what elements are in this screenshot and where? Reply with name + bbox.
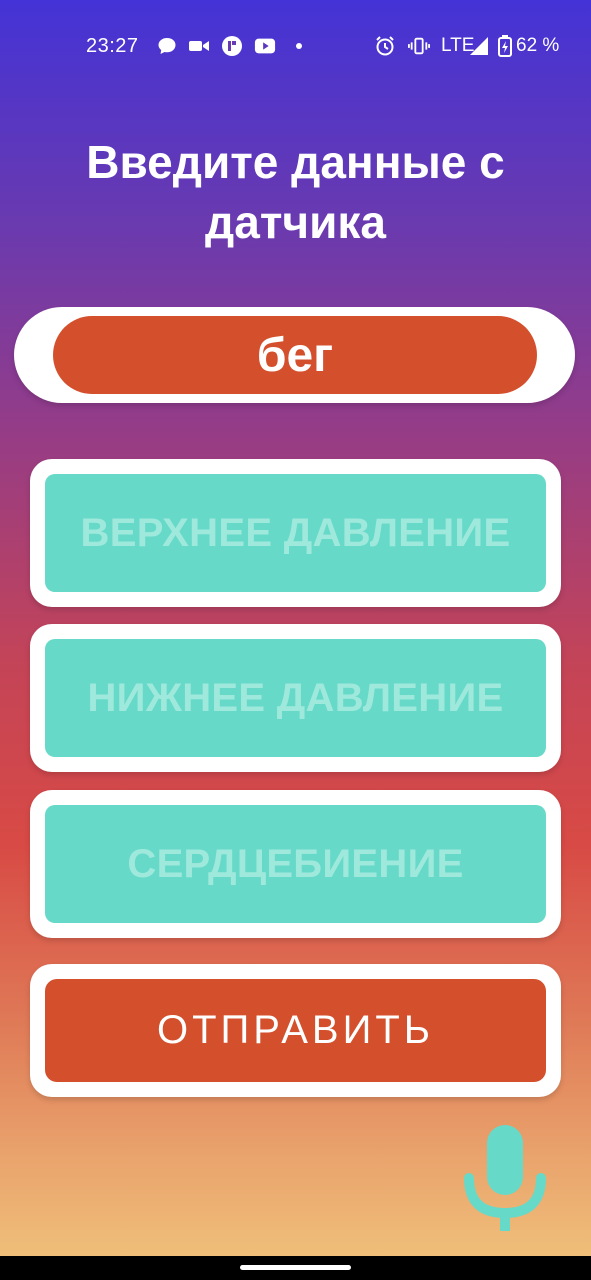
battery-percent: 62 % <box>516 35 560 56</box>
heartbeat-input[interactable]: СЕРДЦЕБИЕНИЕ <box>45 805 546 923</box>
activity-selector: бег <box>14 307 575 403</box>
alarm-icon <box>374 35 396 57</box>
app-icon <box>221 35 243 57</box>
activity-button[interactable]: бег <box>53 316 537 394</box>
signal-icon <box>468 35 490 57</box>
message-icon <box>156 35 178 57</box>
lower-pressure-input[interactable]: НИЖНЕЕ ДАВЛЕНИЕ <box>45 639 546 757</box>
upper-pressure-input[interactable]: ВЕРХНЕЕ ДАВЛЕНИЕ <box>45 474 546 592</box>
send-button[interactable]: ОТПРАВИТЬ <box>45 979 546 1082</box>
heartbeat-card: СЕРДЦЕБИЕНИЕ <box>30 790 561 938</box>
lower-pressure-card: НИЖНЕЕ ДАВЛЕНИЕ <box>30 624 561 772</box>
youtube-icon <box>254 35 276 57</box>
navigation-bar <box>0 1256 591 1280</box>
page-title: Введите данные с датчика <box>86 136 505 248</box>
status-time: 23:27 <box>86 35 139 57</box>
vibrate-icon <box>408 35 430 57</box>
microphone-icon[interactable] <box>462 1123 548 1233</box>
battery-icon <box>494 35 516 57</box>
video-icon <box>188 35 210 57</box>
send-card: ОТПРАВИТЬ <box>30 964 561 1097</box>
upper-pressure-card: ВЕРХНЕЕ ДАВЛЕНИЕ <box>30 459 561 607</box>
home-handle[interactable] <box>240 1265 351 1270</box>
dot-icon <box>288 35 310 57</box>
status-bar: 23:27 LTE 62 % <box>0 0 591 92</box>
